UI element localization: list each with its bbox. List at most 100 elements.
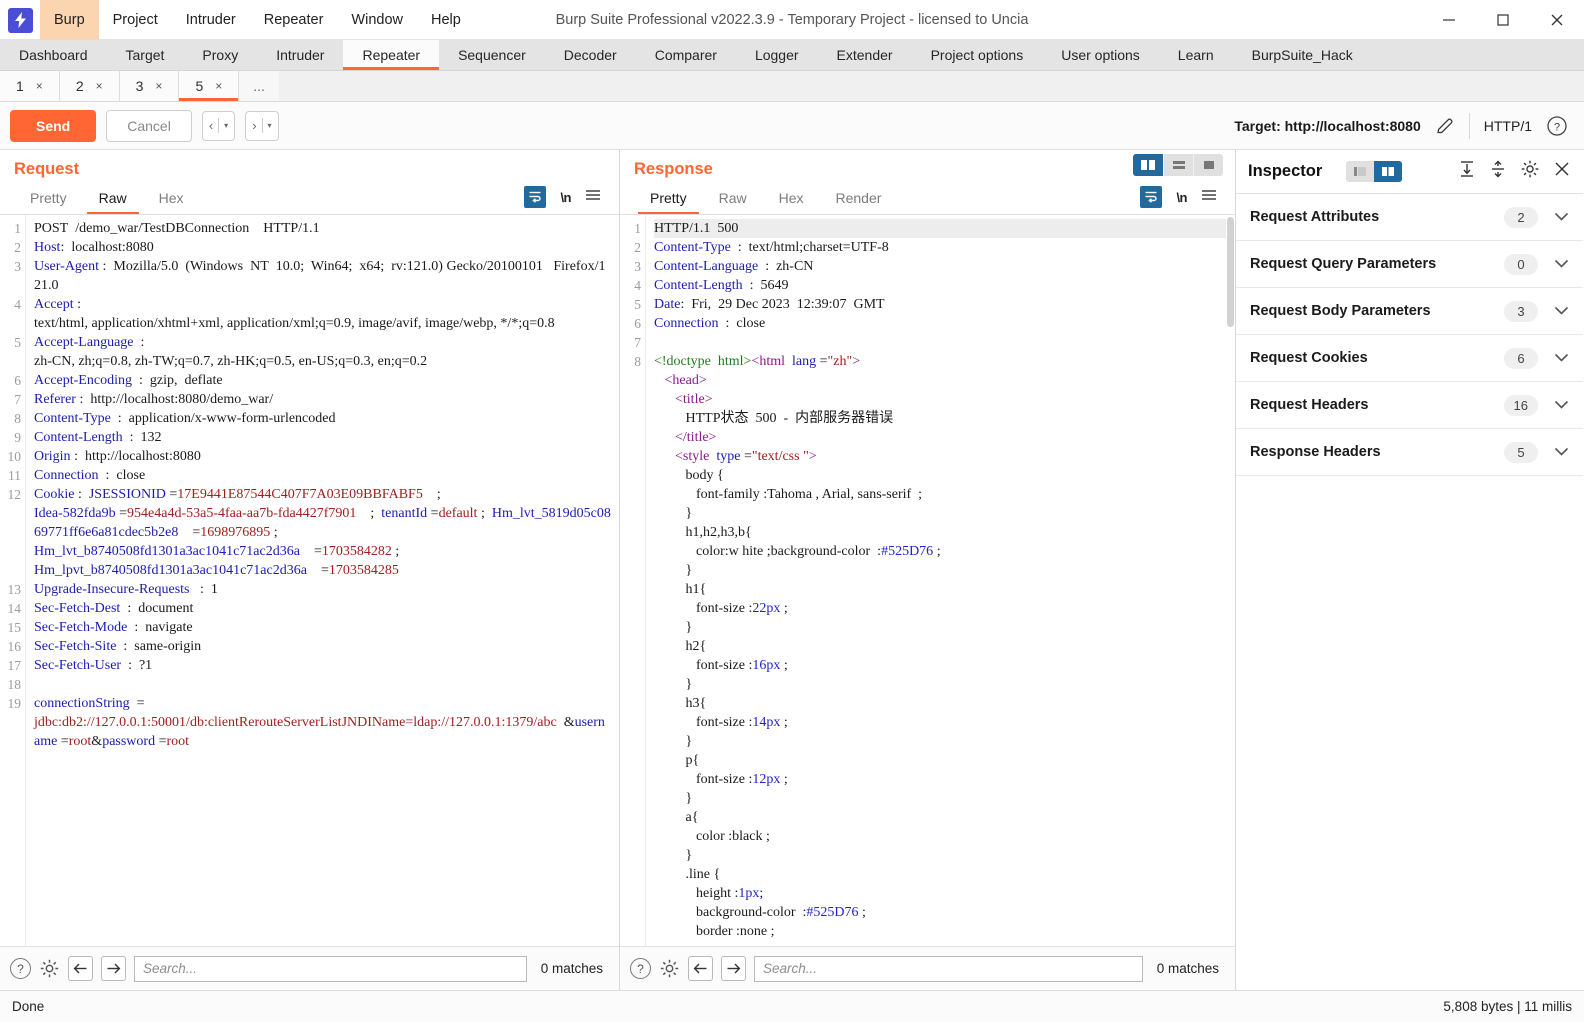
- search-prev-button[interactable]: [688, 956, 713, 981]
- request-search-bar: ? 0 matches: [0, 946, 619, 990]
- response-code[interactable]: HTTP/1.1 500 Content-Type : text/html;cha…: [646, 215, 1235, 946]
- response-tab-pretty[interactable]: Pretty: [634, 183, 703, 214]
- menu-icon[interactable]: [585, 188, 601, 206]
- expand-all-icon[interactable]: [1458, 160, 1476, 183]
- close-icon[interactable]: ×: [36, 79, 43, 93]
- help-icon[interactable]: ?: [630, 958, 651, 979]
- code-line: Sec-Fetch-User : ?1: [34, 658, 153, 673]
- request-search-input[interactable]: [134, 955, 527, 982]
- tab-repeater[interactable]: Repeater: [343, 40, 440, 70]
- layout-stacked-icon[interactable]: [1163, 154, 1193, 176]
- tab-comparer[interactable]: Comparer: [636, 40, 736, 70]
- request-editor[interactable]: 1 2 3 4 5 6 7 8 9 10 11 12 13 14 15 16 17 18 19 POST /demo…: [0, 215, 619, 946]
- repeater-tab-5[interactable]: 5 ×: [179, 71, 240, 101]
- repeater-tab-1[interactable]: 1 ×: [0, 71, 60, 101]
- tab-user-options[interactable]: User options: [1042, 40, 1159, 70]
- tab-burpsuite-hack[interactable]: BurpSuite_Hack: [1233, 40, 1372, 70]
- maximize-icon[interactable]: [1476, 0, 1530, 39]
- request-tab-hex[interactable]: Hex: [143, 183, 200, 214]
- menu-item-window[interactable]: Window: [337, 0, 417, 40]
- forward-button[interactable]: › ▾: [245, 110, 279, 141]
- code-line: Content-Language : zh-CN: [654, 259, 814, 274]
- close-icon[interactable]: ×: [215, 79, 222, 93]
- inspector-row-request-cookies[interactable]: Request Cookies 6: [1236, 335, 1583, 382]
- http-version-label[interactable]: HTTP/1: [1484, 118, 1532, 134]
- close-icon[interactable]: [1530, 0, 1584, 39]
- response-editor[interactable]: 1 2 3 4 5 6 7 8 HTTP/1.1 500 Content-Type : text…: [620, 215, 1235, 946]
- newline-icon[interactable]: \n: [1176, 190, 1187, 205]
- tab-label: Proxy: [202, 47, 239, 63]
- chevron-down-icon[interactable]: [1554, 210, 1569, 224]
- back-button[interactable]: ‹ ▾: [201, 110, 236, 141]
- tab-extender[interactable]: Extender: [818, 40, 912, 70]
- gear-icon[interactable]: [39, 958, 60, 979]
- tab-intruder[interactable]: Intruder: [257, 40, 343, 70]
- tab-label: Dashboard: [19, 47, 88, 63]
- response-scrollbar[interactable]: [1226, 215, 1235, 946]
- minimize-icon[interactable]: [1422, 0, 1476, 39]
- inspector-row-response-headers[interactable]: Response Headers 5: [1236, 429, 1583, 476]
- response-tab-raw[interactable]: Raw: [703, 183, 763, 214]
- code-line: Accept-Language : zh-CN, zh;q=0.8, zh-TW;…: [34, 335, 428, 369]
- chevron-down-icon[interactable]: [1554, 398, 1569, 412]
- menu-icon[interactable]: [1201, 188, 1217, 206]
- search-next-button[interactable]: [721, 956, 746, 981]
- repeater-tab-3[interactable]: 3 ×: [119, 71, 180, 101]
- word-wrap-icon[interactable]: [524, 186, 547, 208]
- cancel-button[interactable]: Cancel: [106, 109, 192, 142]
- chevron-down-icon[interactable]: [1554, 257, 1569, 271]
- request-tab-pretty[interactable]: Pretty: [14, 183, 83, 214]
- help-icon[interactable]: ?: [10, 958, 31, 979]
- layout-side-by-side-icon[interactable]: [1133, 154, 1163, 176]
- chevron-left-icon: ‹: [208, 118, 214, 133]
- response-tab-render[interactable]: Render: [820, 183, 898, 214]
- collapse-all-icon[interactable]: [1489, 160, 1507, 183]
- inspector-expand-icon[interactable]: [1374, 161, 1403, 182]
- repeater-tab-more[interactable]: ...: [239, 71, 279, 101]
- inspector-row-request-headers[interactable]: Request Headers 16: [1236, 382, 1583, 429]
- scrollbar-thumb[interactable]: [1227, 217, 1234, 327]
- request-tab-raw[interactable]: Raw: [83, 183, 143, 214]
- pencil-icon[interactable]: [1435, 116, 1455, 136]
- layout-single-icon[interactable]: [1193, 154, 1223, 176]
- close-icon[interactable]: [1553, 160, 1571, 183]
- tab-decoder[interactable]: Decoder: [545, 40, 636, 70]
- menu-item-intruder[interactable]: Intruder: [172, 0, 250, 40]
- repeater-tab-2[interactable]: 2 ×: [59, 71, 120, 101]
- menu-item-repeater[interactable]: Repeater: [250, 0, 338, 40]
- chevron-down-icon[interactable]: [1554, 445, 1569, 459]
- tab-learn[interactable]: Learn: [1159, 40, 1233, 70]
- request-code[interactable]: POST /demo_war/TestDBConnection HTTP/1.1…: [26, 215, 619, 946]
- gear-icon[interactable]: [1520, 159, 1540, 184]
- tab-logger[interactable]: Logger: [736, 40, 818, 70]
- close-icon[interactable]: ×: [155, 79, 162, 93]
- search-prev-button[interactable]: [68, 956, 93, 981]
- tab-target[interactable]: Target: [107, 40, 184, 70]
- line-number: 6: [14, 373, 21, 388]
- menu-item-project[interactable]: Project: [99, 0, 172, 40]
- tab-sequencer[interactable]: Sequencer: [439, 40, 545, 70]
- chevron-down-icon[interactable]: [1554, 351, 1569, 365]
- inspector-row-request-attributes[interactable]: Request Attributes 2: [1236, 194, 1583, 241]
- inspector-row-request-body-parameters[interactable]: Request Body Parameters 3: [1236, 288, 1583, 335]
- close-icon[interactable]: ×: [96, 79, 103, 93]
- send-button[interactable]: Send: [10, 109, 97, 142]
- search-next-button[interactable]: [101, 956, 126, 981]
- tab-project-options[interactable]: Project options: [912, 40, 1043, 70]
- newline-icon[interactable]: \n: [560, 190, 571, 205]
- tab-proxy[interactable]: Proxy: [183, 40, 257, 70]
- menu-item-help[interactable]: Help: [417, 0, 475, 40]
- response-tab-hex[interactable]: Hex: [763, 183, 820, 214]
- menu-item-label: Intruder: [185, 12, 236, 28]
- help-icon[interactable]: ?: [1546, 115, 1568, 137]
- inspector-row-request-query-parameters[interactable]: Request Query Parameters 0: [1236, 241, 1583, 288]
- inspector-collapse-icon[interactable]: [1346, 161, 1375, 182]
- line-number: 18: [7, 677, 22, 692]
- tab-dashboard[interactable]: Dashboard: [0, 40, 107, 70]
- chevron-down-icon[interactable]: [1554, 304, 1569, 318]
- menu-item-burp[interactable]: Burp: [40, 0, 99, 40]
- word-wrap-icon[interactable]: [1140, 186, 1163, 208]
- gear-icon[interactable]: [659, 958, 680, 979]
- code-line: </title>: [675, 430, 717, 445]
- response-search-input[interactable]: [754, 955, 1143, 982]
